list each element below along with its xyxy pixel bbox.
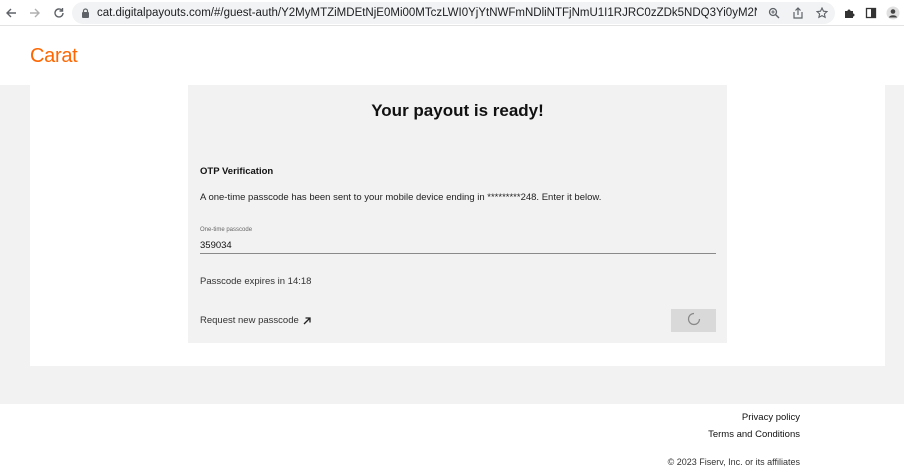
reload-icon[interactable]: [49, 2, 69, 24]
back-icon[interactable]: [1, 2, 21, 24]
address-bar[interactable]: cat.digitalpayouts.com/#/guest-auth/Y2My…: [72, 2, 835, 24]
site-footer: Privacy policy Terms and Conditions © 20…: [0, 404, 904, 472]
passcode-input[interactable]: [200, 237, 716, 254]
loading-spinner-icon: [687, 312, 701, 329]
extensions-icon[interactable]: [842, 6, 856, 20]
forward-icon[interactable]: [25, 2, 45, 24]
page-title: Your payout is ready!: [371, 101, 544, 120]
otp-card: Your payout is ready! OTP Verification A…: [188, 85, 727, 343]
request-new-passcode-label: Request new passcode: [200, 315, 299, 326]
share-icon[interactable]: [791, 6, 805, 20]
carat-logo[interactable]: Carat: [30, 45, 78, 68]
browser-toolbar: cat.digitalpayouts.com/#/guest-auth/Y2My…: [0, 0, 904, 26]
terms-link[interactable]: Terms and Conditions: [708, 429, 800, 440]
url-text[interactable]: cat.digitalpayouts.com/#/guest-auth/Y2My…: [97, 7, 757, 19]
passcode-expiry: Passcode expires in 14:18: [200, 276, 312, 287]
passcode-label: One-time passcode: [200, 227, 253, 233]
side-panel-icon[interactable]: [864, 6, 878, 20]
submit-button[interactable]: [671, 309, 716, 332]
zoom-icon[interactable]: [767, 6, 781, 20]
otp-heading: OTP Verification: [200, 166, 274, 177]
privacy-policy-link[interactable]: Privacy policy: [742, 412, 800, 423]
external-arrow-icon: [302, 316, 312, 326]
site-header: Carat: [0, 27, 904, 85]
copyright-text: © 2023 Fiserv, Inc. or its affiliates: [667, 457, 800, 467]
request-new-passcode-link[interactable]: Request new passcode: [200, 315, 312, 326]
lock-icon[interactable]: [81, 8, 90, 18]
otp-description: A one-time passcode has been sent to you…: [200, 192, 602, 203]
star-icon[interactable]: [815, 6, 829, 20]
profile-icon[interactable]: [886, 6, 900, 20]
